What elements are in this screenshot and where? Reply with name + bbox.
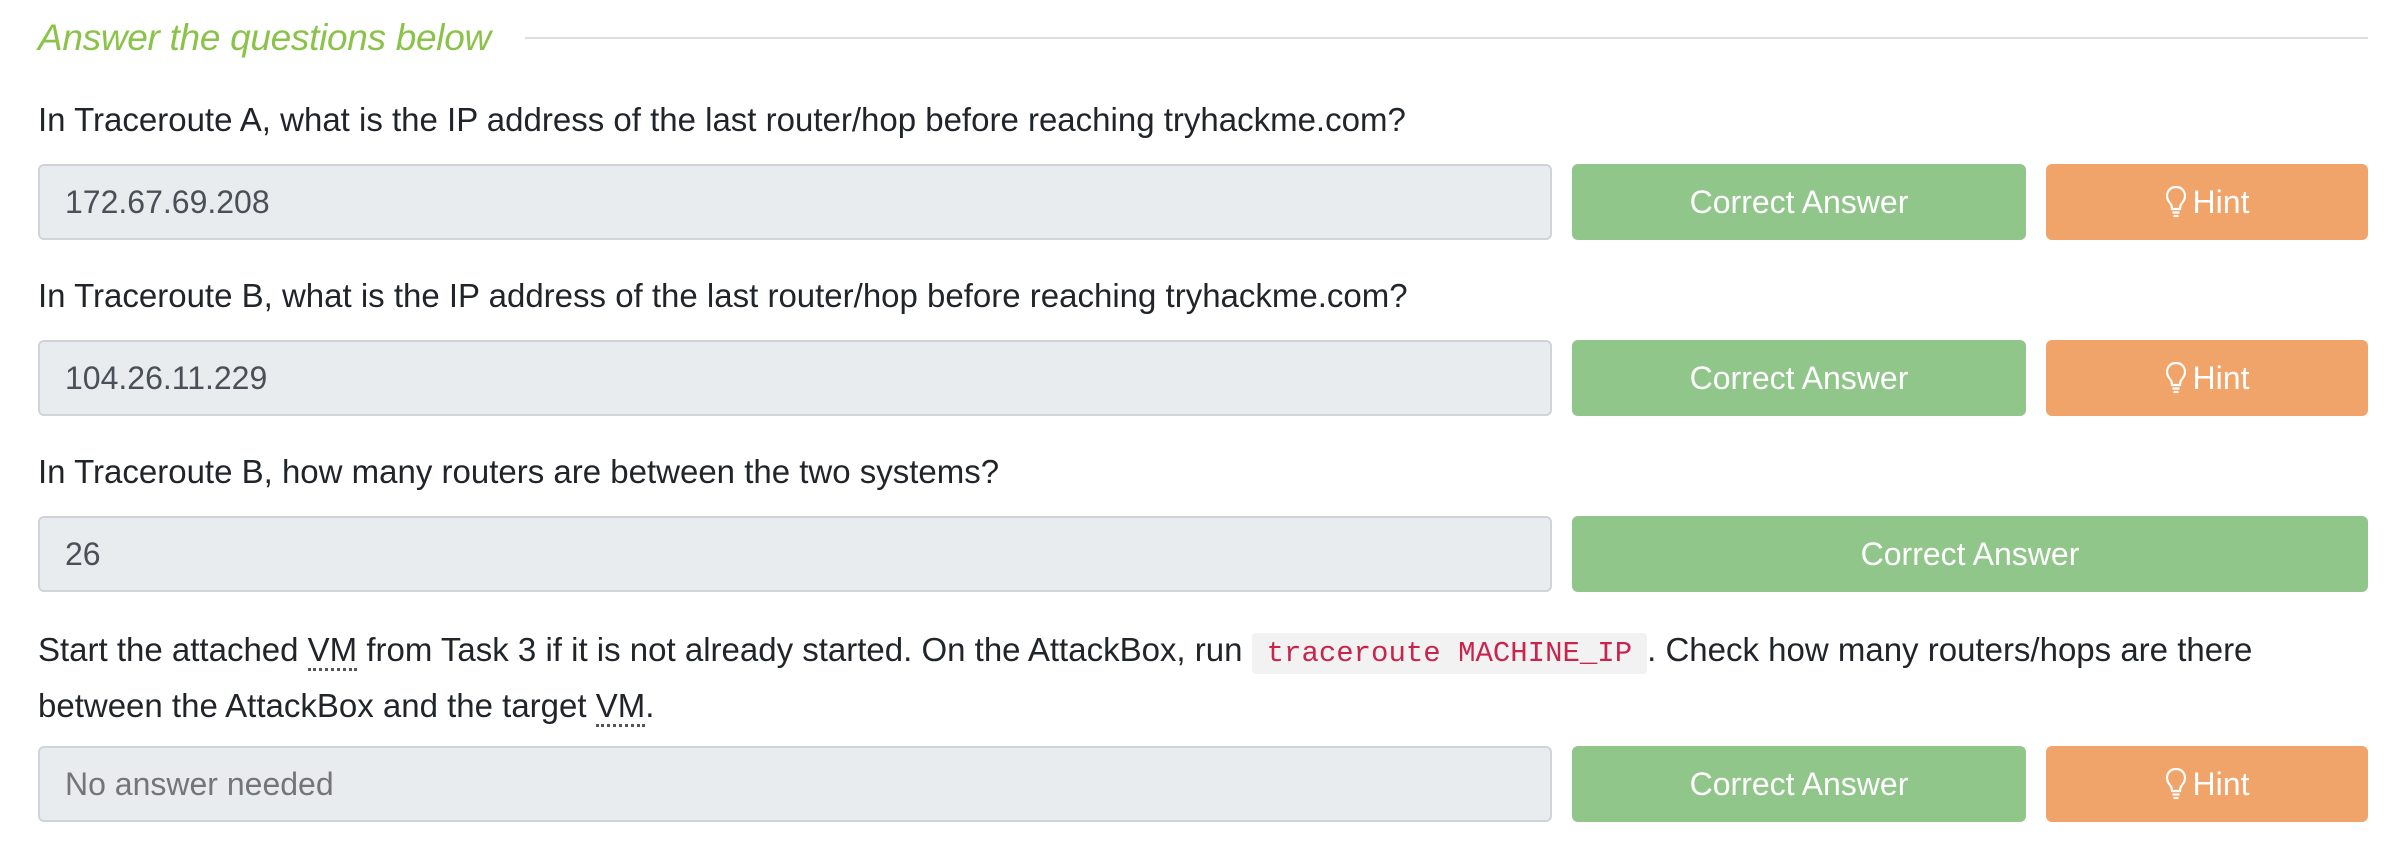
vm-abbreviation: VM bbox=[595, 687, 646, 727]
lightbulb-icon bbox=[2165, 361, 2186, 394]
correct-answer-button-1[interactable]: Correct Answer bbox=[1572, 164, 2026, 240]
answer-input-3[interactable] bbox=[38, 516, 1552, 592]
answer-input-4[interactable] bbox=[38, 746, 1552, 822]
answer-input-1[interactable] bbox=[38, 164, 1552, 240]
answer-row-3: Correct Answer bbox=[38, 516, 2368, 592]
question-2-text: In Traceroute B, what is the IP address … bbox=[38, 277, 1408, 314]
question-3-text: In Traceroute B, how many routers are be… bbox=[38, 453, 1000, 490]
hint-button-1[interactable]: Hint bbox=[2046, 164, 2368, 240]
answer-row-2: Correct Answer Hint bbox=[38, 340, 2368, 416]
correct-answer-button-2[interactable]: Correct Answer bbox=[1572, 340, 2026, 416]
correct-answer-button-3[interactable]: Correct Answer bbox=[1572, 516, 2368, 592]
vm-abbreviation: VM bbox=[307, 631, 358, 671]
hint-label-1: Hint bbox=[2192, 183, 2250, 220]
answer-row-4: Correct Answer Hint bbox=[38, 746, 2368, 822]
inline-code: traceroute MACHINE_IP bbox=[1251, 633, 1648, 674]
section-title: Answer the questions below bbox=[38, 17, 491, 58]
question-4-text-part1: Start the attached bbox=[38, 631, 308, 668]
lightbulb-icon bbox=[2165, 767, 2186, 800]
correct-answer-button-4[interactable]: Correct Answer bbox=[1572, 746, 2026, 822]
question-4-text-part2: from Task 3 if it is not already started… bbox=[357, 631, 1252, 668]
hint-label-4: Hint bbox=[2192, 765, 2250, 802]
question-1-text: In Traceroute A, what is the IP address … bbox=[38, 101, 1406, 138]
question-4-text: Start the attached VM from Task 3 if it … bbox=[38, 624, 2368, 732]
section-divider bbox=[524, 37, 2368, 39]
section-header: Answer the questions below bbox=[38, 10, 2368, 66]
answer-row-1: Correct Answer Hint bbox=[38, 164, 2368, 240]
hint-button-4[interactable]: Hint bbox=[2046, 746, 2368, 822]
question-4-text-part4: . bbox=[645, 687, 655, 724]
hint-label-2: Hint bbox=[2192, 359, 2250, 396]
answer-input-2[interactable] bbox=[38, 340, 1552, 416]
hint-button-2[interactable]: Hint bbox=[2046, 340, 2368, 416]
lightbulb-icon bbox=[2165, 185, 2186, 218]
